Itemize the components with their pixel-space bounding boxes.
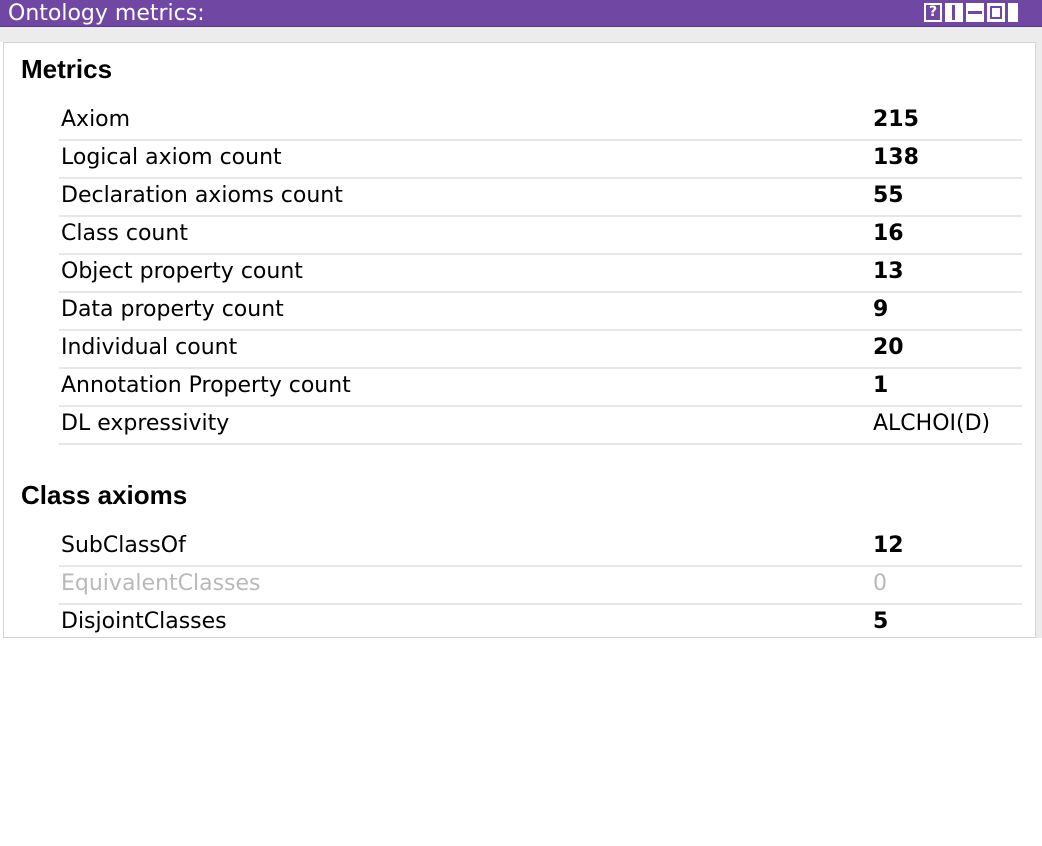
metric-value: 0 [873,571,887,596]
maximize-button[interactable] [987,3,1005,22]
metric-row-subclassof: SubClassOf 12 [59,529,1022,567]
metric-label: Class count [61,221,188,246]
metric-row-equivalentclasses: EquivalentClasses 0 [59,567,1022,605]
metric-value: 1 [873,373,889,398]
metric-value: ALCHOI(D) [873,411,991,436]
metric-label: Annotation Property count [61,373,351,398]
metric-row-disjointclasses: DisjointClasses 5 [59,605,1022,637]
help-icon: ? [928,4,938,20]
maximize-icon [990,6,1002,19]
metric-row-object-property-count: Object property count 13 [59,255,1022,293]
view-title-bar: Ontology metrics: ? [0,0,1042,27]
metric-label: Declaration axioms count [61,183,343,208]
metric-row-declaration-axioms-count: Declaration axioms count 55 [59,179,1022,217]
metric-value: 215 [873,107,919,132]
metric-row-dl-expressivity: DL expressivity ALCHOI(D) [59,407,1022,445]
metric-label: DL expressivity [61,411,230,436]
view-title: Ontology metrics: [8,1,205,26]
metric-row-data-property-count: Data property count 9 [59,293,1022,331]
close-button[interactable] [1008,3,1018,22]
split-horizontal-button[interactable] [966,3,984,22]
metric-value: 9 [873,297,889,322]
help-button[interactable]: ? [924,3,942,22]
metric-label: Data property count [61,297,284,322]
metric-value: 16 [873,221,904,246]
metric-value: 5 [873,609,889,634]
scroll-edge [1036,42,1042,638]
metric-value: 12 [873,533,904,558]
metric-row-axiom: Axiom 215 [59,103,1022,141]
split-vertical-icon [952,5,955,20]
metric-label: Axiom [61,107,131,132]
section-heading-class-axioms: Class axioms [21,480,188,510]
metric-label: Individual count [61,335,238,360]
metric-value: 20 [873,335,904,360]
metric-label: DisjointClasses [61,609,227,634]
split-vertical-button[interactable] [945,3,963,22]
metric-label: EquivalentClasses [61,571,261,596]
view-title-buttons: ? [924,3,1018,24]
metric-row-logical-axiom-count: Logical axiom count 138 [59,141,1022,179]
view-header-gap [0,27,1042,42]
metric-value: 55 [873,183,904,208]
metric-row-annotation-property-count: Annotation Property count 1 [59,369,1022,407]
metric-row-individual-count: Individual count 20 [59,331,1022,369]
metric-label: SubClassOf [61,533,186,558]
metrics-panel: Metrics Axiom 215 Logical axiom count 13… [3,42,1036,638]
metric-value: 13 [873,259,904,284]
metric-value: 138 [873,145,919,170]
metric-label: Object property count [61,259,303,284]
split-horizontal-icon [968,11,982,14]
section-heading-metrics: Metrics [21,54,113,84]
metric-label: Logical axiom count [61,145,282,170]
metric-row-class-count: Class count 16 [59,217,1022,255]
